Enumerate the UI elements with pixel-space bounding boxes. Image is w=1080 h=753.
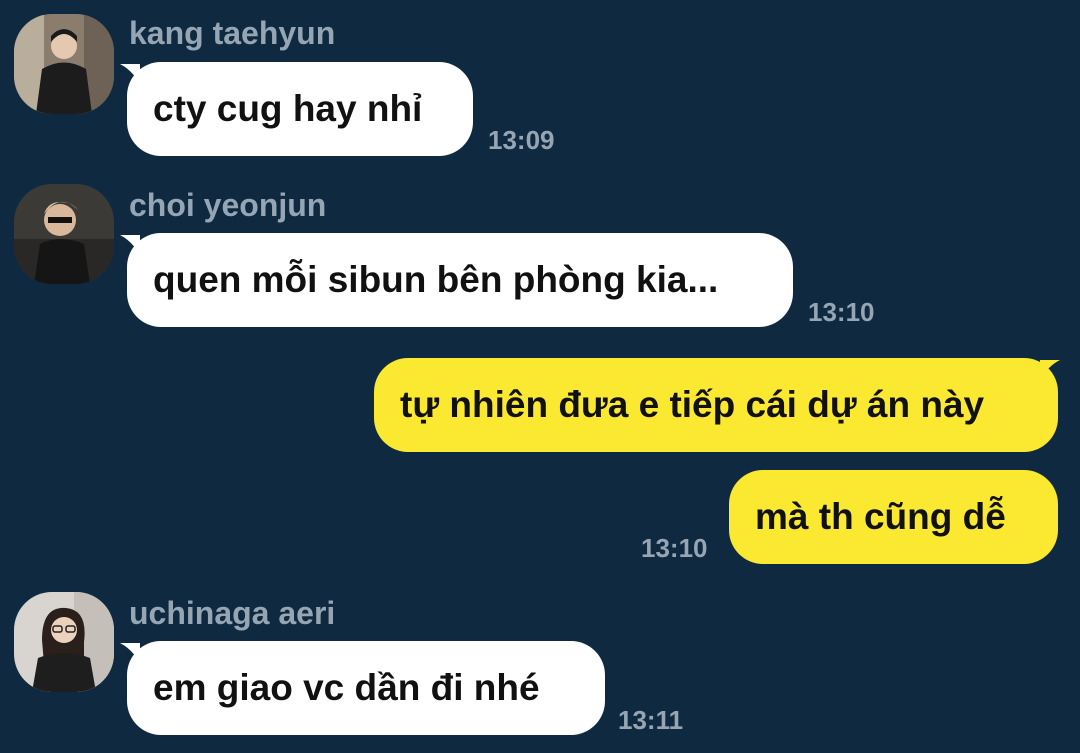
- message-bubble[interactable]: em giao vc dần đi nhé: [127, 641, 605, 735]
- sender-name: choi yeonjun: [129, 187, 327, 223]
- message-timestamp: 13:10: [641, 533, 708, 563]
- message-bubble[interactable]: tự nhiên đưa e tiếp cái dự án này: [374, 358, 1058, 452]
- message-timestamp: 13:09: [488, 125, 555, 155]
- avatar-kang-taehyun[interactable]: [14, 14, 114, 114]
- sender-name: kang taehyun: [129, 15, 336, 51]
- message-timestamp: 13:10: [808, 297, 875, 327]
- message-bubble[interactable]: mà th cũng dễ: [729, 470, 1058, 564]
- avatar-choi-yeonjun[interactable]: [14, 184, 114, 284]
- avatar-uchinaga-aeri[interactable]: [14, 592, 114, 692]
- message-bubble[interactable]: cty cug hay nhỉ: [127, 62, 473, 156]
- sender-name: uchinaga aeri: [129, 595, 336, 631]
- message-bubble[interactable]: quen mỗi sibun bên phòng kia...: [127, 233, 793, 327]
- message-timestamp: 13:11: [618, 705, 684, 735]
